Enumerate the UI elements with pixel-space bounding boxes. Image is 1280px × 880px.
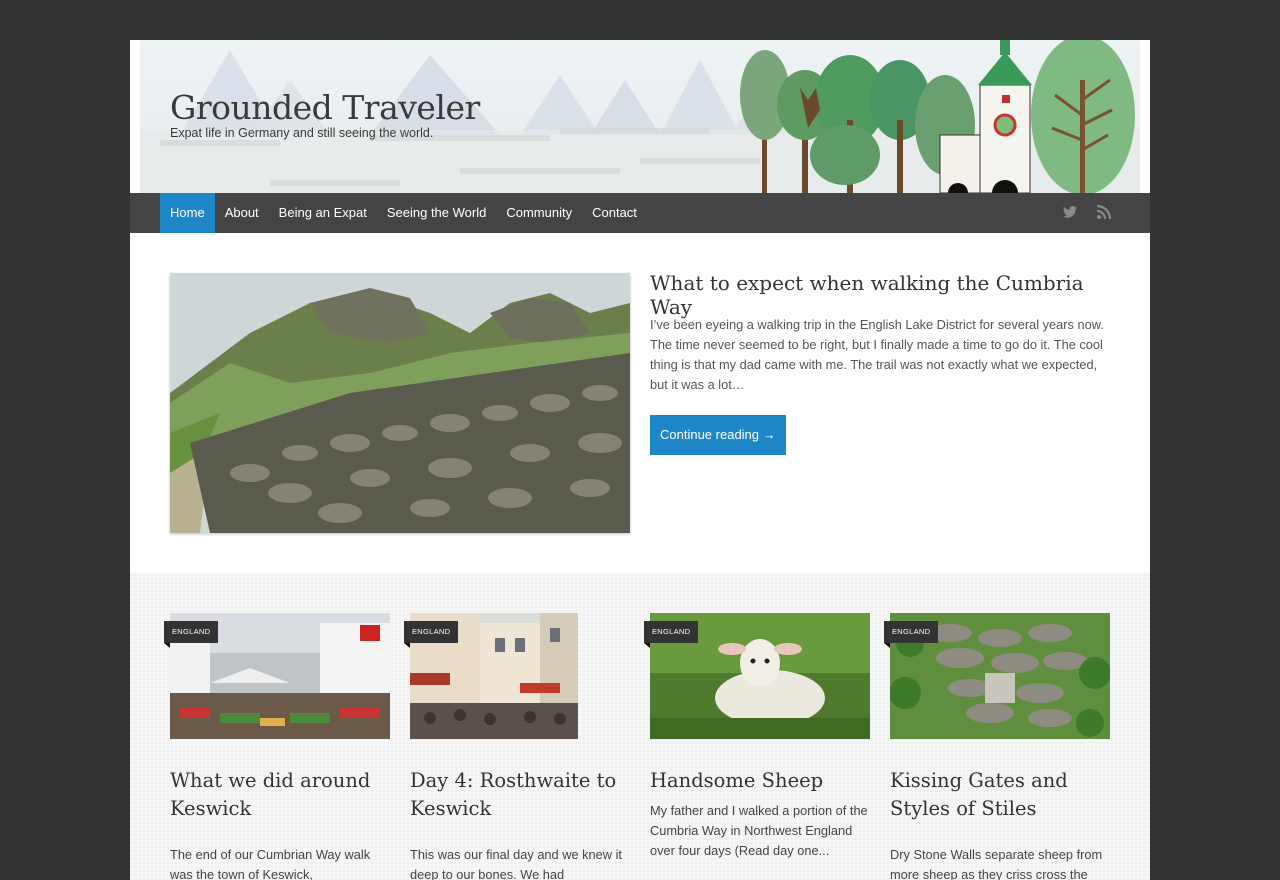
social-links [1062,204,1112,220]
post-excerpt: My father and I walked a portion of the … [650,803,868,858]
featured-post-title[interactable]: What to expect when walking the Cumbria … [650,271,1110,319]
twitter-icon[interactable] [1062,204,1078,220]
post-card: England What we did around Keswick The e… [164,613,390,880]
nav-item-about[interactable]: About [215,193,269,233]
nav-item-contact[interactable]: Contact [582,193,647,233]
post-thumbnail[interactable]: England [164,613,390,739]
post-title[interactable]: Handsome Sheep [650,767,870,795]
post-card: England Handsome Sheep My father and I w… [644,613,870,861]
site-header: Grounded Traveler Expat life in Germany … [130,40,1150,193]
rss-icon[interactable] [1096,204,1112,220]
post-card: England Kissing Gates and Styles of Stil… [884,613,1110,880]
nav-item-seeing-the-world[interactable]: Seeing the World [377,193,497,233]
continue-reading-button[interactable]: Continue reading → [650,415,786,455]
nav-item-home[interactable]: Home [160,193,215,239]
post-thumbnail[interactable]: England [644,613,870,739]
site-title[interactable]: Grounded Traveler [170,88,480,127]
post-grid: England What we did around Keswick The e… [130,573,1150,880]
post-thumbnail[interactable]: England [404,613,630,739]
post-title[interactable]: Kissing Gates and Styles of Stiles [890,767,1110,823]
nav-item-being-an-expat[interactable]: Being an Expat [269,193,377,233]
featured-post-excerpt: I’ve been eyeing a walking trip in the E… [650,317,1104,392]
main-navigation: Home About Being an Expat Seeing the Wor… [130,193,1150,239]
nav-item-community[interactable]: Community [496,193,582,233]
post-title[interactable]: What we did around Keswick [170,767,390,823]
post-thumbnail[interactable]: England [884,613,1110,739]
featured-post: What to expect when walking the Cumbria … [130,233,1150,573]
featured-image[interactable] [170,273,630,533]
category-tag[interactable]: England [884,621,939,648]
post-excerpt: The end of our Cumbrian Way walk was the… [170,847,371,880]
category-tag[interactable]: England [644,621,699,648]
category-tag[interactable]: England [164,621,219,648]
post-title[interactable]: Day 4: Rosthwaite to Keswick [410,767,630,823]
page: Grounded Traveler Expat life in Germany … [130,40,1150,880]
post-excerpt: This was our final day and we knew it de… [410,847,622,880]
category-tag[interactable]: England [404,621,459,648]
post-excerpt: Dry Stone Walls separate sheep from more… [890,847,1103,880]
featured-photo-stone-wall [170,273,630,533]
post-card: England Day 4: Rosthwaite to Keswick Thi… [404,613,630,880]
site-tagline: Expat life in Germany and still seeing t… [170,126,434,140]
